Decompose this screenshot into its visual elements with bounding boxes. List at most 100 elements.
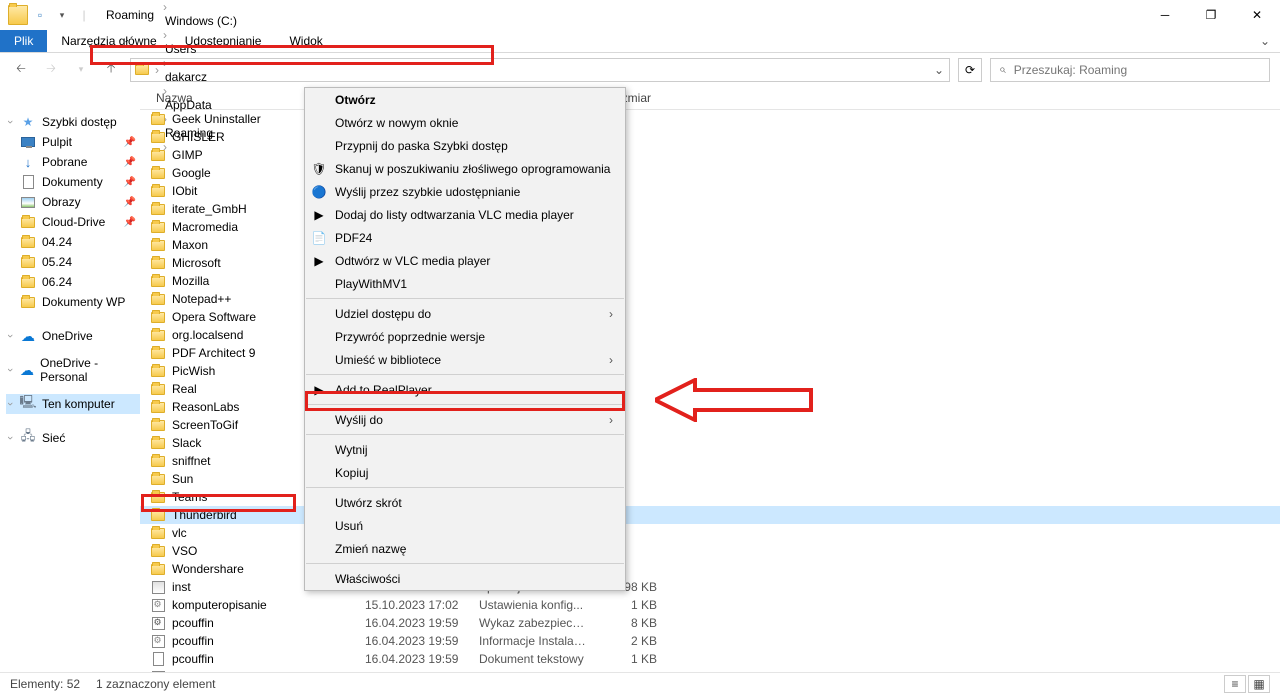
folder-icon [150,507,166,523]
menu-item-wy-lij-przez-szybkie-udost-pni[interactable]: 🔵Wyślij przez szybkie udostępnianie [305,180,625,203]
menu-item-skanuj-w-poszukiwaniu-z-o-liwe[interactable]: 🛡Skanuj w poszukiwaniu złośliwego oprogr… [305,157,625,180]
sidebar-item-dokumenty-wp[interactable]: Dokumenty WP [6,292,140,312]
tab-view[interactable]: Widok [275,30,336,52]
minimize-button[interactable]: ─ [1142,0,1188,30]
search-input[interactable] [1014,63,1261,77]
nav-onedrive-personal[interactable]: ☁OneDrive - Personal [6,360,140,380]
close-button[interactable]: ✕ [1234,0,1280,30]
folder-icon [150,471,166,487]
chevron-right-icon[interactable]: › [161,84,169,98]
menu-item-w-a-ciwo-ci[interactable]: Właściwości [305,567,625,590]
file-type: Dokument tekstowy [479,652,587,666]
file-type: Ustawienia konfig... [479,598,587,612]
navigation-pane: ★Szybki dostęp Pulpit📌↓Pobrane📌Dokumenty… [0,110,140,672]
nav-network[interactable]: 🖧Sieć [6,428,140,448]
file-row[interactable]: pcouffin.sys16.04.2023 19:59Plik systemo… [140,668,1280,672]
menu-item-wytnij[interactable]: Wytnij [305,438,625,461]
cfg-icon [150,633,166,649]
sidebar-item-pobrane[interactable]: ↓Pobrane📌 [6,152,140,172]
view-large-button[interactable]: ▦ [1248,675,1270,693]
address-bar[interactable]: › Ten komputer›Windows (C:)›Users›dakarc… [130,58,950,82]
menu-separator [306,563,624,564]
nav-onedrive[interactable]: ☁OneDrive [6,326,140,346]
share-icon: 🔵 [311,184,327,200]
menu-item-przypnij-do-paska-szybki-dost-[interactable]: Przypnij do paska Szybki dostęp [305,134,625,157]
sys-icon [150,615,166,631]
menu-item-zmie-nazw-[interactable]: Zmień nazwę [305,537,625,560]
ribbon-expand-icon[interactable]: ⌄ [1250,30,1280,52]
nav-quick-access[interactable]: ★Szybki dostęp [6,112,140,132]
forward-button[interactable]: 🡢 [40,59,62,81]
back-button[interactable]: 🡠 [10,59,32,81]
pin-icon: 📌 [124,137,136,148]
crumb-dakarcz[interactable]: dakarcz [161,70,242,84]
qat-dropdown-icon[interactable]: ▾ [52,5,72,25]
sidebar-item-04-24[interactable]: 04.24 [6,232,140,252]
refresh-button[interactable]: ⟳ [958,58,982,82]
maximize-button[interactable]: ❐ [1188,0,1234,30]
folder-icon [150,489,166,505]
up-button[interactable]: 🡡 [100,59,122,81]
file-name: pcouffin.sys [172,670,365,672]
file-row[interactable]: komputeropisanie15.10.2023 17:02Ustawien… [140,596,1280,614]
menu-item-umie-w-bibliotece[interactable]: Umieść w bibliotece› [305,348,625,371]
search-icon: ⌕ [999,62,1006,77]
menu-item-otw-rz-w-nowym-oknie[interactable]: Otwórz w nowym oknie [305,111,625,134]
status-count: Elementy: 52 [10,677,80,691]
address-dropdown-icon[interactable]: ⌄ [929,63,949,77]
folder-icon [150,309,166,325]
file-date: 16.04.2023 19:59 [365,670,479,672]
tab-file[interactable]: Plik [0,30,47,52]
sidebar-item-06-24[interactable]: 06.24 [6,272,140,292]
tab-home[interactable]: Narzędzia główne [47,30,170,52]
pin-icon: 📌 [124,217,136,228]
menu-separator [306,487,624,488]
file-size: 1 KB [587,598,657,612]
view-details-button[interactable]: ≡ [1224,675,1246,693]
folder-icon [150,255,166,271]
folder-icon [20,234,36,250]
folder-icon [150,381,166,397]
sidebar-item-dokumenty[interactable]: Dokumenty📌 [6,172,140,192]
folder-icon [150,399,166,415]
chevron-right-icon: › [609,353,613,367]
pin-icon: 📌 [124,157,136,168]
file-row[interactable]: pcouffin16.04.2023 19:59Dokument tekstow… [140,650,1280,668]
search-box[interactable]: ⌕ [990,58,1270,82]
menu-item-otw-rz[interactable]: Otwórz [305,88,625,111]
crumb-windows-c-[interactable]: Windows (C:) [161,14,242,28]
folder-icon [150,237,166,253]
crumb-root[interactable] [131,59,153,81]
menu-separator [306,404,624,405]
menu-item-przywr-poprzednie-wersje[interactable]: Przywróć poprzednie wersje [305,325,625,348]
menu-item-dodaj-do-listy-odtwarzania-vlc[interactable]: ▶Dodaj do listy odtwarzania VLC media pl… [305,203,625,226]
crumb-users[interactable]: Users [161,42,242,56]
file-size: 8 KB [587,616,657,630]
file-row[interactable]: pcouffin16.04.2023 19:59Wykaz zabezpiecz… [140,614,1280,632]
menu-item-pdf24[interactable]: 📄PDF24 [305,226,625,249]
sidebar-item-05-24[interactable]: 05.24 [6,252,140,272]
qat-properties-icon[interactable]: ▫ [30,5,50,25]
file-row[interactable]: pcouffin16.04.2023 19:59Informacje Insta… [140,632,1280,650]
menu-item-udziel-dost-pu-do[interactable]: Udziel dostępu do› [305,302,625,325]
chevron-right-icon[interactable]: › [161,28,169,42]
folder-icon [150,273,166,289]
menu-item-add-to-realplayer[interactable]: ▶Add to RealPlayer [305,378,625,401]
recent-dropdown[interactable]: ▾ [70,59,92,81]
sidebar-item-obrazy[interactable]: Obrazy📌 [6,192,140,212]
chevron-right-icon[interactable]: › [153,63,161,77]
menu-item-wy-lij-do[interactable]: Wyślij do› [305,408,625,431]
menu-item-playwithmv1[interactable]: PlayWithMV1 [305,272,625,295]
menu-separator [306,434,624,435]
img-icon [20,194,36,210]
menu-item-kopiuj[interactable]: Kopiuj [305,461,625,484]
menu-item-utw-rz-skr-t[interactable]: Utwórz skrót [305,491,625,514]
sidebar-item-pulpit[interactable]: Pulpit📌 [6,132,140,152]
sidebar-item-cloud-drive[interactable]: Cloud-Drive📌 [6,212,140,232]
menu-item-odtw-rz-w-vlc-media-player[interactable]: ▶Odtwórz w VLC media player [305,249,625,272]
folder-icon [20,254,36,270]
menu-item-usu-[interactable]: Usuń [305,514,625,537]
nav-this-pc[interactable]: 🖳Ten komputer [6,394,140,414]
chevron-right-icon[interactable]: › [161,56,169,70]
chevron-right-icon[interactable]: › [161,0,169,14]
